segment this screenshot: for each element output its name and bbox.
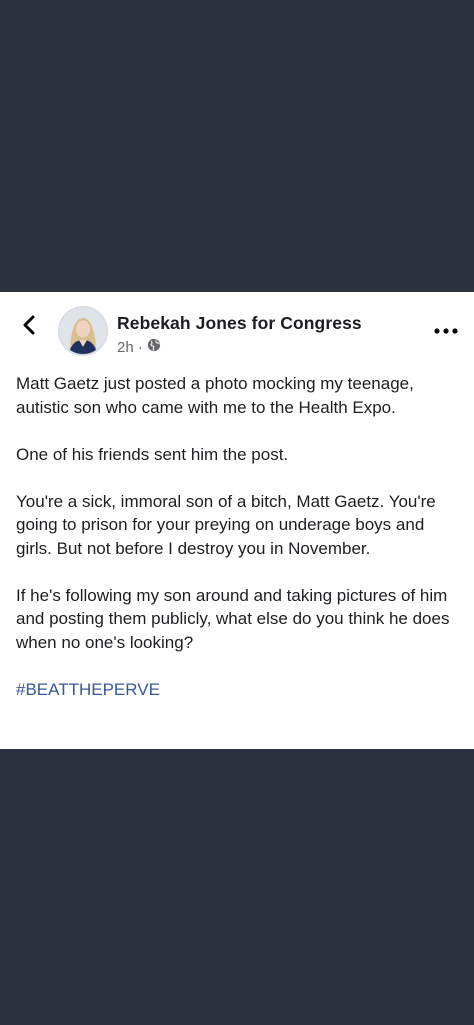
globe-icon[interactable] [147,338,161,356]
post-time[interactable]: 2h [117,339,134,356]
post-body: Matt Gaetz just posted a photo mocking m… [16,372,462,725]
more-options-button[interactable] [432,320,460,340]
hashtag-line: #BEATTHEPERVE [16,678,462,702]
post-meta: 2h · [117,338,161,356]
more-horizontal-icon [434,321,458,339]
post-paragraph: You're a sick, immoral son of a bitch, M… [16,491,436,558]
page-name[interactable]: Rebekah Jones for Congress [117,313,362,334]
chevron-left-icon [21,314,37,341]
post-paragraph: Matt Gaetz just posted a photo mocking m… [16,374,414,417]
avatar[interactable] [58,306,108,356]
post-paragraph: One of his friends sent him the post. [16,444,289,464]
screenshot-frame: Rebekah Jones for Congress 2h · Matt Gae… [0,0,474,1025]
profile-photo [60,308,106,354]
hashtag-link[interactable]: #BEATTHEPERVE [16,680,160,699]
meta-separator: · [137,338,143,356]
post-paragraph: If he's following my son around and taki… [16,585,450,652]
back-button[interactable] [14,312,44,342]
facebook-post: Rebekah Jones for Congress 2h · Matt Gae… [0,292,474,749]
